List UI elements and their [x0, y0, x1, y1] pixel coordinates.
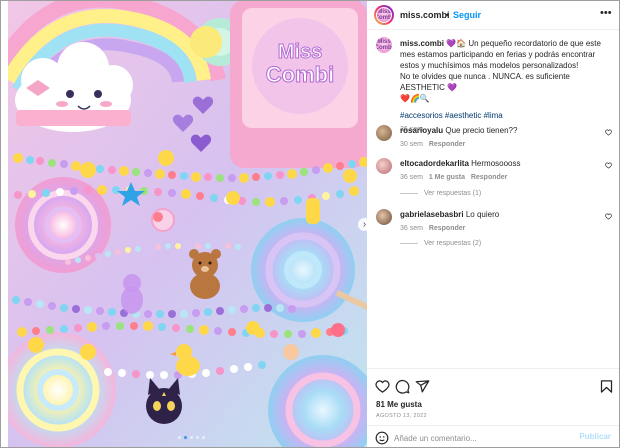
view-replies-button[interactable]: Ver respuestas (2) [400, 240, 481, 247]
comment-time: 30 sem [400, 141, 423, 148]
reply-button[interactable]: Responder [429, 225, 466, 232]
post-date: AGOSTO 13, 2022 [376, 413, 427, 419]
comment: gabrielasebasbri Lo quiero 36 sem Respon… [400, 210, 600, 232]
comment-text: Lo quiero [465, 210, 500, 219]
reply-button[interactable]: Responder [471, 174, 508, 181]
carousel-dot [196, 436, 199, 439]
follow-button[interactable]: Seguir [453, 10, 481, 20]
comment-avatar[interactable] [376, 209, 392, 225]
post-panel: Miss Combi miss.combi • Seguir ••• Miss … [367, 0, 620, 448]
carousel-indicator [178, 436, 205, 439]
comment-avatar[interactable] [376, 125, 392, 141]
share-icon[interactable] [415, 379, 430, 394]
chevron-right-icon[interactable]: › [358, 218, 367, 231]
carousel-dot [202, 436, 205, 439]
more-options-icon[interactable]: ••• [600, 7, 612, 19]
reply-button[interactable]: Responder [429, 141, 466, 148]
caption-text-2: No te olvides que nunca . NUNCA. es sufi… [400, 72, 570, 92]
separator-dot: • [446, 10, 450, 20]
comment: rosarioyalu Que precio tienen?? 30 sem R… [400, 126, 600, 148]
comment-username[interactable]: rosarioyalu [400, 126, 443, 135]
carousel-dot [178, 436, 181, 439]
comment-time: 36 sem [400, 174, 423, 181]
comment: eltocadordekarlita Hermosoooss 36 sem 1 … [400, 159, 600, 181]
caption-hashtags[interactable]: #accesorios #aesthetic #lima [400, 111, 614, 120]
comment-text: Hermosoooss [471, 159, 521, 168]
emoji-icon[interactable] [375, 431, 389, 445]
comment-username[interactable]: eltocadordekarlita [400, 159, 469, 168]
avatar-logo-text: Miss Combi [376, 39, 392, 51]
avatar[interactable]: Miss Combi [376, 7, 392, 23]
publish-button[interactable]: Publicar [579, 432, 611, 441]
heart-icon[interactable] [605, 162, 612, 169]
post-actions: 81 Me gusta AGOSTO 13, 2022 Publicar [367, 368, 620, 448]
comment-username[interactable]: gabrielasebasbri [400, 210, 464, 219]
likes-count[interactable]: 81 Me gusta [376, 400, 422, 409]
caption: miss.combi 💜🏠 Un pequeño recordatorio de… [400, 38, 614, 133]
carousel-dot-active [184, 436, 187, 439]
caption-username[interactable]: miss.combi [400, 39, 444, 48]
carousel-dot [190, 436, 193, 439]
heart-icon[interactable] [605, 213, 612, 220]
bookmark-icon[interactable] [599, 379, 614, 394]
avatar-logo-text: Miss Combi [377, 9, 392, 21]
comment-time: 36 sem [400, 225, 423, 232]
heart-icon[interactable] [375, 379, 390, 394]
comment-text: Que precio tienen?? [445, 126, 518, 135]
post-header: Miss Combi miss.combi • Seguir ••• [367, 0, 620, 30]
jewelry-photo: Miss Combi [8, 0, 367, 448]
svg-text:Miss: Miss [278, 41, 322, 63]
svg-text:Combi: Combi [266, 62, 334, 87]
add-comment-bar: Publicar [367, 425, 620, 448]
post-username[interactable]: miss.combi [400, 10, 450, 20]
view-replies-button[interactable]: Ver respuestas (1) [400, 190, 481, 197]
comment-input[interactable] [394, 431, 574, 445]
comment-likes[interactable]: 1 Me gusta [429, 174, 465, 181]
comment-icon[interactable] [395, 379, 410, 394]
caption-emojis: ❤️🌈🔍 [400, 94, 430, 103]
comment-avatar[interactable] [376, 158, 392, 174]
post-image[interactable]: Miss Combi › [8, 0, 367, 448]
caption-avatar[interactable]: Miss Combi [376, 37, 392, 53]
heart-icon[interactable] [605, 129, 612, 136]
